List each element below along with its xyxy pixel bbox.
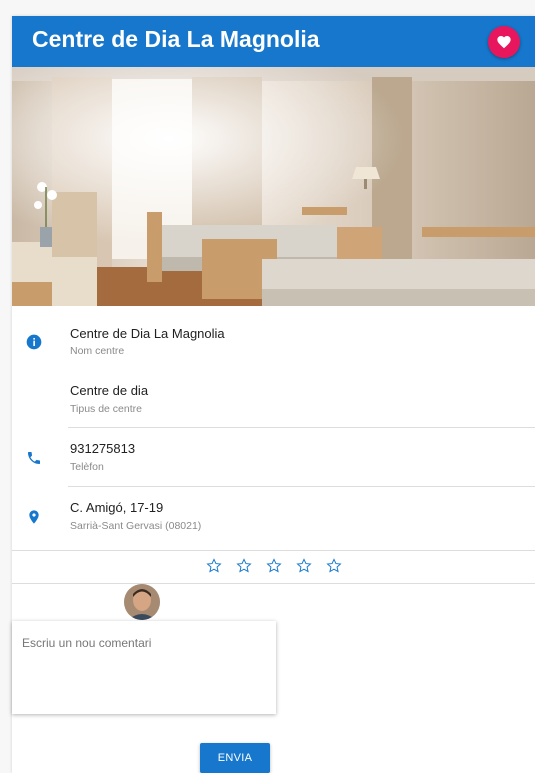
page-title: Centre de Dia La Magnolia	[32, 26, 320, 52]
center-detail-card: Centre de Dia La Magnolia Centre de Dia …	[12, 16, 535, 773]
phone-icon	[28, 452, 40, 464]
center-photo	[12, 67, 535, 306]
detail-row-phone[interactable]: 931275813 Telèfon	[12, 428, 535, 486]
center-name-value: Centre de Dia La Magnolia	[70, 326, 225, 341]
divider	[12, 550, 535, 551]
comment-input[interactable]	[12, 621, 276, 714]
heart-icon	[497, 36, 511, 49]
avatar	[124, 584, 160, 620]
card-header: Centre de Dia La Magnolia	[12, 16, 535, 67]
star-outline-icon[interactable]	[325, 557, 343, 575]
center-name-label: Nom centre	[70, 345, 125, 357]
send-button[interactable]: ENVIA	[200, 743, 270, 773]
phone-label: Telèfon	[70, 461, 104, 473]
center-type-label: Tipus de centre	[70, 403, 142, 415]
comment-card	[12, 621, 276, 714]
star-outline-icon[interactable]	[205, 557, 223, 575]
star-outline-icon[interactable]	[265, 557, 283, 575]
phone-value[interactable]: 931275813	[70, 441, 135, 456]
address-value[interactable]: C. Amigó, 17-19	[70, 500, 163, 515]
detail-row-type: Centre de dia Tipus de centre	[12, 366, 535, 426]
star-outline-icon[interactable]	[235, 557, 253, 575]
rating-stars	[205, 557, 355, 577]
divider	[12, 583, 535, 584]
address-label: Sarrià-Sant Gervasi (08021)	[70, 520, 202, 532]
star-outline-icon[interactable]	[295, 557, 313, 575]
center-type-value: Centre de dia	[70, 383, 149, 398]
favorite-button[interactable]	[488, 26, 520, 58]
detail-row-address[interactable]: C. Amigó, 17-19 Sarrià-Sant Gervasi (080…	[12, 487, 535, 549]
location-pin-icon	[29, 510, 39, 524]
detail-row-name: Centre de Dia La Magnolia Nom centre	[12, 306, 535, 366]
info-icon	[26, 334, 42, 350]
